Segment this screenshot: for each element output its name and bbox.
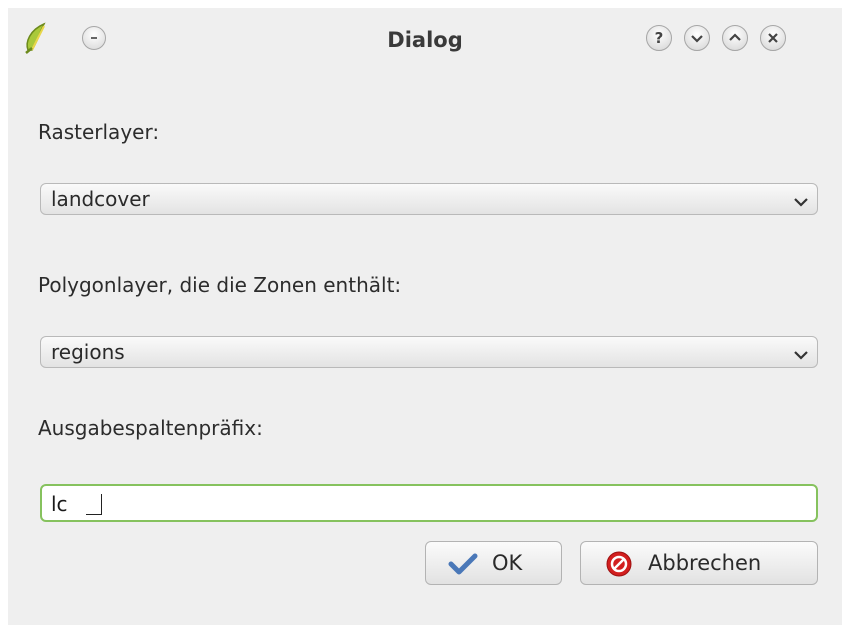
maximize-icon[interactable] [722, 25, 748, 51]
title-bar: Dialog ? [8, 8, 842, 64]
prefix-input[interactable]: lc [40, 484, 818, 522]
ok-button[interactable]: OK [425, 541, 562, 585]
polygon-layer-value: regions [51, 340, 125, 364]
raster-layer-select[interactable]: landcover [40, 183, 818, 215]
raster-layer-value: landcover [51, 187, 150, 211]
checkmark-icon [448, 552, 478, 580]
help-symbol: ? [654, 29, 664, 47]
cancel-icon [605, 550, 633, 582]
polygon-layer-label: Polygonlayer, die die Zonen enthält: [38, 273, 402, 297]
cancel-button[interactable]: Abbrechen [580, 541, 818, 585]
window-title: Dialog [387, 28, 463, 52]
minimize-icon[interactable] [684, 25, 710, 51]
polygon-layer-select[interactable]: regions [40, 336, 818, 368]
cancel-label: Abbrechen [648, 551, 762, 575]
text-cursor [86, 494, 102, 515]
chevron-down-icon [793, 193, 809, 212]
ok-label: OK [492, 551, 523, 575]
close-icon[interactable] [760, 25, 786, 51]
dialog-window: Dialog ? Rasterlayer: landcover Polygonl… [8, 8, 842, 625]
prefix-value: lc [51, 492, 68, 516]
prefix-label: Ausgabespaltenpräfix: [38, 416, 263, 440]
raster-layer-label: Rasterlayer: [38, 120, 160, 144]
help-icon[interactable]: ? [646, 25, 672, 51]
chevron-down-icon [793, 346, 809, 365]
